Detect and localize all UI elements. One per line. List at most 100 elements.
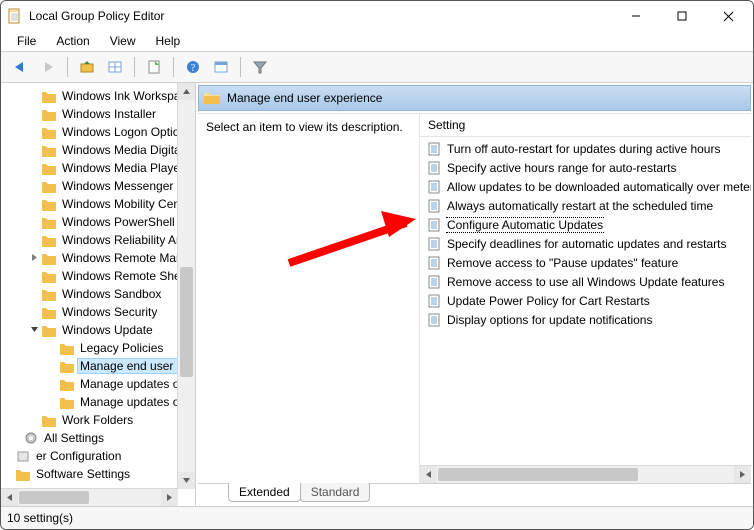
policy-icon xyxy=(426,275,442,289)
minimize-button[interactable] xyxy=(613,1,659,31)
policy-icon xyxy=(426,142,442,156)
tree-item[interactable]: Windows Security xyxy=(1,303,195,321)
scroll-thumb[interactable] xyxy=(438,468,638,481)
properties-icon[interactable] xyxy=(208,54,234,80)
close-button[interactable] xyxy=(705,1,751,31)
folder-icon xyxy=(41,161,57,175)
filter-icon[interactable] xyxy=(247,54,273,80)
tree-item-label: Windows Security xyxy=(60,305,159,319)
tree-item[interactable]: Legacy Policies xyxy=(1,339,195,357)
folder-icon xyxy=(15,467,31,481)
setting-row[interactable]: Allow updates to be downloaded automatic… xyxy=(420,177,751,196)
tree-item-label: Windows Sandbox xyxy=(60,287,163,301)
policy-icon xyxy=(426,199,442,213)
tree-item[interactable]: Windows Ink Workspace xyxy=(1,87,195,105)
tree-item-label: Windows Reliability Analysis xyxy=(60,233,195,247)
status-bar: 10 setting(s) xyxy=(1,506,753,529)
folder-icon xyxy=(59,377,75,391)
menu-view[interactable]: View xyxy=(102,32,144,50)
tab-extended[interactable]: Extended xyxy=(228,483,301,502)
setting-row[interactable]: Specify deadlines for automatic updates … xyxy=(420,234,751,253)
tree-item[interactable]: Work Folders xyxy=(1,411,195,429)
setting-row[interactable]: Remove access to use all Windows Update … xyxy=(420,272,751,291)
tree-item[interactable]: Manage updates offered from Windows Upda… xyxy=(1,375,195,393)
menu-help[interactable]: Help xyxy=(148,32,189,50)
tree-item[interactable]: Windows Remote Shell xyxy=(1,267,195,285)
chevron-down-icon[interactable] xyxy=(27,325,41,336)
tree-item-label: Windows PowerShell xyxy=(60,215,177,229)
list-header-setting[interactable]: Setting xyxy=(420,114,751,137)
tree-item[interactable]: Manage end user experience xyxy=(1,357,195,375)
tree-scrollbar-horizontal[interactable] xyxy=(1,488,178,506)
svg-text:?: ? xyxy=(191,63,196,74)
tree-scrollbar-vertical[interactable] xyxy=(177,83,195,489)
tree-item-label: Windows Update xyxy=(60,323,155,337)
tab-standard[interactable]: Standard xyxy=(300,483,371,502)
scroll-thumb[interactable] xyxy=(19,491,89,504)
setting-label: Remove access to use all Windows Update … xyxy=(446,275,725,289)
show-tree-icon[interactable] xyxy=(102,54,128,80)
setting-label: Turn off auto-restart for updates during… xyxy=(446,142,721,156)
policy-icon xyxy=(426,180,442,194)
back-icon[interactable] xyxy=(7,54,33,80)
folder-icon xyxy=(41,89,57,103)
tree-item[interactable]: Windows Update xyxy=(1,321,195,339)
maximize-button[interactable] xyxy=(659,1,705,31)
scroll-thumb[interactable] xyxy=(180,267,193,377)
scroll-up-icon[interactable] xyxy=(178,83,195,100)
scroll-left-icon[interactable] xyxy=(1,489,18,506)
setting-row[interactable]: Always automatically restart at the sche… xyxy=(420,196,751,215)
tree-item[interactable]: Windows Reliability Analysis xyxy=(1,231,195,249)
tree-item-label: Windows Media Player xyxy=(60,161,186,175)
help-icon[interactable]: ? xyxy=(180,54,206,80)
menu-bar: File Action View Help xyxy=(1,31,753,51)
status-text: 10 setting(s) xyxy=(7,511,73,525)
menu-action[interactable]: Action xyxy=(48,32,97,50)
tree-item[interactable]: Windows PowerShell xyxy=(1,213,195,231)
export-icon[interactable] xyxy=(141,54,167,80)
setting-row[interactable]: Update Power Policy for Cart Restarts xyxy=(420,291,751,310)
menu-file[interactable]: File xyxy=(9,32,44,50)
policy-icon xyxy=(426,294,442,308)
forward-icon[interactable] xyxy=(35,54,61,80)
chevron-right-icon[interactable] xyxy=(27,253,41,264)
setting-label: Display options for update notifications xyxy=(446,313,653,327)
setting-label: Update Power Policy for Cart Restarts xyxy=(446,294,651,308)
scroll-left-icon[interactable] xyxy=(420,466,437,483)
policy-icon xyxy=(426,161,442,175)
setting-label: Specify deadlines for automatic updates … xyxy=(446,237,728,251)
tree-item-label: Work Folders xyxy=(60,413,135,427)
tree-item[interactable]: Manage updates offered from Windows Serv… xyxy=(1,393,195,411)
tree-item-label: Legacy Policies xyxy=(78,341,165,355)
setting-label: Allow updates to be downloaded automatic… xyxy=(446,180,751,194)
tree-item[interactable]: All Settings xyxy=(1,429,195,447)
setting-row[interactable]: Specify active hours range for auto-rest… xyxy=(420,158,751,177)
tree-item[interactable]: Software Settings xyxy=(1,465,195,483)
folder-icon xyxy=(41,269,57,283)
window-title: Local Group Policy Editor xyxy=(29,9,613,23)
tree-item[interactable]: Windows Installer xyxy=(1,105,195,123)
scroll-right-icon[interactable] xyxy=(734,466,751,483)
title-bar: Local Group Policy Editor xyxy=(1,1,753,31)
up-folder-icon[interactable] xyxy=(74,54,100,80)
tree-item[interactable]: Windows Mobility Center xyxy=(1,195,195,213)
tree-item[interactable]: Windows Messenger xyxy=(1,177,195,195)
tree-item[interactable]: Windows Media Player xyxy=(1,159,195,177)
setting-row[interactable]: Display options for update notifications xyxy=(420,310,751,329)
scroll-down-icon[interactable] xyxy=(178,472,195,489)
tree-item[interactable]: Windows Logon Options xyxy=(1,123,195,141)
folder-icon xyxy=(41,305,57,319)
setting-row[interactable]: Remove access to "Pause updates" feature xyxy=(420,253,751,272)
tree-item-label: Windows Mobility Center xyxy=(60,197,195,211)
tree-item[interactable]: Windows Sandbox xyxy=(1,285,195,303)
tree-item[interactable]: Windows Remote Management (WinRM) xyxy=(1,249,195,267)
list-scrollbar-horizontal[interactable] xyxy=(420,465,751,483)
scroll-right-icon[interactable] xyxy=(161,489,178,506)
policy-icon xyxy=(426,237,442,251)
box-icon xyxy=(15,449,31,463)
setting-label: Always automatically restart at the sche… xyxy=(446,199,714,213)
setting-row[interactable]: Turn off auto-restart for updates during… xyxy=(420,139,751,158)
tree-item[interactable]: Windows Media Digital Rights Management xyxy=(1,141,195,159)
setting-row[interactable]: Configure Automatic Updates xyxy=(420,215,751,234)
tree-item[interactable]: er Configuration xyxy=(1,447,195,465)
